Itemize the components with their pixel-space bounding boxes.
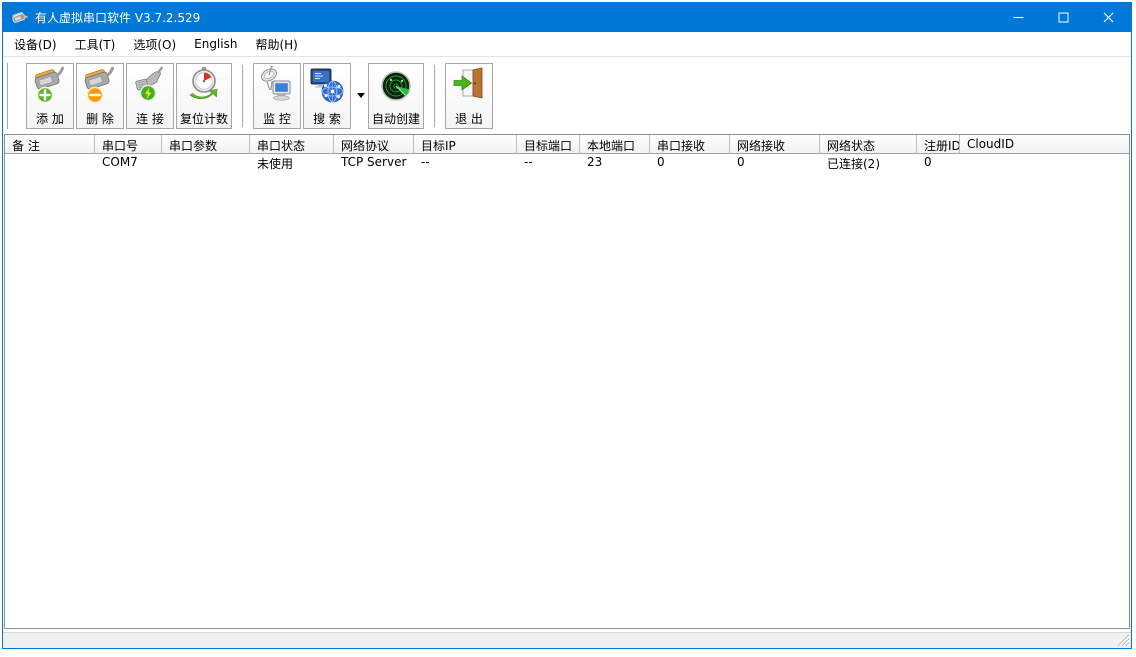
col-header-com-port[interactable]: 串口号 [95, 135, 162, 154]
monitor-button[interactable]: 监 控 [253, 63, 301, 129]
menu-device[interactable]: 设备(D) [5, 32, 66, 56]
resize-grip[interactable] [1117, 634, 1130, 647]
reset-count-label: 复位计数 [180, 111, 228, 127]
search-label: 搜 索 [313, 111, 341, 127]
col-header-remark[interactable]: 备 注 [5, 135, 95, 154]
col-header-port-status[interactable]: 串口状态 [250, 135, 334, 154]
col-header-serial-rx[interactable]: 串口接收 [650, 135, 730, 154]
add-port-button[interactable]: 添 加 [26, 63, 74, 129]
app-icon [11, 9, 28, 26]
toolbar: 添 加 删 除 [3, 56, 1131, 134]
cell-target-port: -- [517, 154, 580, 171]
cell-target-ip: -- [414, 154, 517, 171]
delete-port-label: 删 除 [86, 111, 114, 127]
col-header-net-protocol[interactable]: 网络协议 [334, 135, 414, 154]
col-header-net-status[interactable]: 网络状态 [820, 135, 917, 154]
cell-cloud-id [960, 154, 1129, 171]
toolbar-separator [434, 65, 437, 127]
menu-english[interactable]: English [185, 32, 246, 56]
minimize-button[interactable] [996, 3, 1041, 32]
col-header-register-id[interactable]: 注册ID [917, 135, 960, 154]
toolbar-separator [242, 65, 245, 127]
serial-port-add-icon [32, 66, 68, 106]
cell-serial-rx: 0 [650, 154, 730, 171]
status-bar [3, 632, 1131, 648]
delete-port-button[interactable]: 删 除 [76, 63, 124, 129]
cell-net-protocol: TCP Server [334, 154, 414, 171]
menu-tools[interactable]: 工具(T) [66, 32, 125, 56]
cell-net-rx: 0 [730, 154, 820, 171]
chevron-down-icon [357, 93, 365, 98]
monitor-label: 监 控 [263, 111, 291, 127]
menu-options[interactable]: 选项(O) [124, 32, 185, 56]
exit-button[interactable]: 退 出 [445, 63, 493, 129]
maximize-button[interactable] [1041, 3, 1086, 32]
connect-button[interactable]: 连 接 [126, 63, 174, 129]
connector-bolt-icon [132, 66, 168, 106]
port-list: 备 注 串口号 串口参数 串口状态 网络协议 目标IP 目标端口 本地端口 串口… [4, 134, 1130, 629]
serial-port-delete-icon [82, 66, 118, 106]
exit-door-icon [451, 66, 487, 106]
cell-port-params [162, 154, 250, 171]
auto-create-label: 自动创建 [372, 111, 420, 127]
satellite-monitor-icon [259, 66, 295, 106]
col-header-net-rx[interactable]: 网络接收 [730, 135, 820, 154]
cell-port-status: 未使用 [250, 154, 334, 171]
cell-register-id: 0 [917, 154, 960, 171]
cell-remark [5, 154, 95, 171]
cell-com-port: COM7 [95, 154, 162, 171]
menu-bar: 设备(D) 工具(T) 选项(O) English 帮助(H) [3, 32, 1131, 56]
add-port-label: 添 加 [36, 111, 64, 127]
table-row[interactable]: COM7 未使用 TCP Server -- -- 23 0 0 已连接(2) … [5, 154, 1129, 171]
search-dropdown-arrow[interactable] [353, 63, 368, 129]
col-header-target-ip[interactable]: 目标IP [414, 135, 517, 154]
menu-help[interactable]: 帮助(H) [246, 32, 306, 56]
window-controls [996, 3, 1131, 32]
title-bar: 有人虚拟串口软件 V3.7.2.529 [3, 3, 1131, 32]
col-header-local-port[interactable]: 本地端口 [580, 135, 650, 154]
connect-label: 连 接 [136, 111, 164, 127]
port-list-header: 备 注 串口号 串口参数 串口状态 网络协议 目标IP 目标端口 本地端口 串口… [5, 135, 1129, 154]
cell-local-port: 23 [580, 154, 650, 171]
window-title: 有人虚拟串口软件 V3.7.2.529 [35, 9, 200, 26]
exit-label: 退 出 [455, 111, 483, 127]
cell-net-status: 已连接(2) [820, 154, 917, 171]
auto-create-button[interactable]: 自动创建 [368, 63, 424, 129]
search-button[interactable]: 搜 索 [303, 63, 351, 129]
desktop: 有人虚拟串口软件 V3.7.2.529 设备(D) 工具(T) 选项(O) En… [0, 0, 1136, 657]
table-empty-area [5, 171, 1129, 628]
col-header-port-params[interactable]: 串口参数 [162, 135, 250, 154]
toolbar-band-edge [7, 63, 10, 129]
network-search-icon [309, 66, 345, 106]
app-window: 有人虚拟串口软件 V3.7.2.529 设备(D) 工具(T) 选项(O) En… [2, 2, 1132, 649]
close-button[interactable] [1086, 3, 1131, 32]
col-header-target-port[interactable]: 目标端口 [517, 135, 580, 154]
col-header-cloud-id[interactable]: CloudID [960, 135, 1129, 154]
stopwatch-reset-icon [186, 66, 222, 106]
reset-count-button[interactable]: 复位计数 [176, 63, 232, 129]
radar-icon [378, 66, 414, 106]
